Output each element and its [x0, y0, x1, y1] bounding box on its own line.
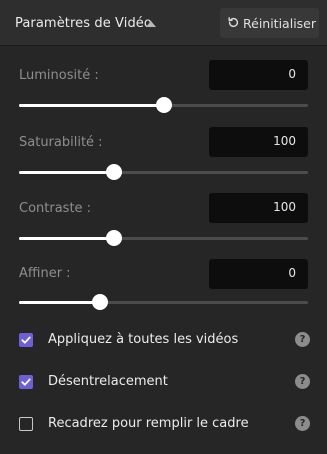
sharpen-slider-fill [19, 301, 100, 304]
help-icon[interactable]: ? [295, 374, 310, 389]
check-icon [21, 378, 31, 386]
saturation-label: Saturabilité : [19, 135, 103, 150]
saturation-slider[interactable] [19, 164, 308, 180]
brightness-label: Luminosité : [19, 68, 99, 83]
apply-all-option[interactable]: Appliquez à toutes les vidéos ? [19, 331, 311, 349]
contrast-value-input[interactable]: 100 [209, 193, 308, 223]
help-icon[interactable]: ? [295, 332, 310, 347]
brightness-value-input[interactable]: 0 [209, 60, 308, 90]
video-settings-panel: Paramètres de Vidéo Réinitialiser Lumino… [0, 0, 327, 454]
sharpen-slider[interactable] [19, 294, 308, 310]
apply-all-label: Appliquez à toutes les vidéos [48, 332, 239, 347]
sharpen-value: 0 [288, 266, 296, 280]
contrast-slider-fill [19, 237, 115, 240]
reset-button[interactable]: Réinitialiser [220, 8, 319, 38]
panel-header: Paramètres de Vidéo Réinitialiser [0, 0, 327, 46]
saturation-slider-fill [19, 171, 115, 174]
brightness-slider-fill [19, 104, 164, 107]
brightness-slider-thumb[interactable] [155, 97, 172, 113]
brightness-slider[interactable] [19, 97, 308, 113]
collapse-caret-icon[interactable] [146, 21, 156, 27]
help-icon[interactable]: ? [295, 416, 310, 431]
saturation-slider-thumb[interactable] [106, 164, 123, 180]
crop-to-fill-option[interactable]: Recadrez pour remplir le cadre ? [19, 415, 311, 433]
saturation-value: 100 [273, 134, 296, 148]
crop-to-fill-checkbox[interactable] [19, 417, 33, 431]
contrast-slider[interactable] [19, 230, 308, 246]
check-icon [21, 336, 31, 344]
sharpen-slider-thumb[interactable] [91, 294, 108, 310]
sharpen-value-input[interactable]: 0 [209, 259, 308, 289]
panel-title: Paramètres de Vidéo [15, 16, 152, 31]
contrast-slider-thumb[interactable] [106, 230, 123, 246]
apply-all-checkbox[interactable] [19, 333, 33, 347]
deinterlace-label: Désentrelacement [48, 374, 168, 389]
contrast-value: 100 [273, 200, 296, 214]
deinterlace-checkbox[interactable] [19, 375, 33, 389]
reset-icon [228, 17, 239, 28]
brightness-value: 0 [288, 67, 296, 81]
reset-label: Réinitialiser [243, 16, 317, 31]
saturation-value-input[interactable]: 100 [209, 127, 308, 157]
contrast-label: Contraste : [19, 201, 92, 216]
crop-to-fill-label: Recadrez pour remplir le cadre [48, 416, 249, 431]
deinterlace-option[interactable]: Désentrelacement ? [19, 373, 311, 391]
sharpen-label: Affiner : [19, 266, 71, 281]
